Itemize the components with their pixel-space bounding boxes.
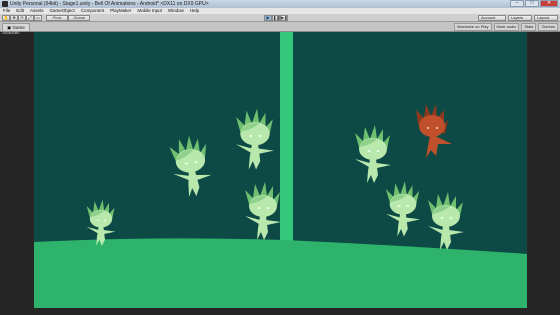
window-controls: – □ ✕: [510, 0, 558, 8]
close-button[interactable]: ✕: [540, 0, 558, 7]
stats-toggle[interactable]: Stats: [521, 23, 537, 31]
layout-dropdown[interactable]: Layout: [534, 15, 558, 21]
letterbox-left: [0, 32, 34, 315]
creature-sprite: [428, 192, 464, 250]
play-icon[interactable]: ▶: [264, 15, 272, 21]
game-viewport[interactable]: [34, 32, 527, 308]
pause-icon[interactable]: ❚❚: [272, 15, 280, 21]
rect-tool-icon[interactable]: ▭: [34, 15, 42, 21]
maximize-on-play-toggle[interactable]: Maximize on Play: [454, 23, 492, 31]
minimize-button[interactable]: –: [510, 0, 524, 7]
game-scene: [34, 32, 527, 308]
hand-tool-icon[interactable]: ✋: [2, 15, 10, 21]
mute-audio-toggle[interactable]: Mute audio: [493, 23, 520, 31]
unity-app-icon: [2, 1, 8, 7]
ground-hill: [34, 238, 527, 308]
gizmos-dropdown[interactable]: Gizmos: [538, 23, 558, 31]
pivot-toggle[interactable]: Pivot: [46, 15, 68, 21]
letterbox-right: [527, 32, 560, 315]
creature-sprite: [168, 133, 215, 199]
creature-sprite: [236, 108, 274, 170]
step-icon[interactable]: ▶❚: [280, 15, 288, 21]
layers-dropdown[interactable]: Layers: [508, 15, 532, 21]
pivot-toggles: Pivot Global: [46, 15, 90, 21]
maximize-button[interactable]: □: [525, 0, 539, 7]
playback-controls: ▶ ❚❚ ▶❚: [264, 15, 288, 21]
game-tab-label: Game: [12, 25, 25, 30]
creature-sprite: [355, 125, 391, 183]
global-toggle[interactable]: Global: [68, 15, 90, 21]
creature-sprite: [86, 199, 116, 246]
window-title: Unity Personal (64bit) - Stage1.unity - …: [10, 1, 209, 7]
main-toolbar: ✋ ✥ ⟳ ⤢ ▭ Pivot Global ▶ ❚❚ ▶❚ Account L…: [0, 14, 560, 22]
creature-sprite: [385, 181, 421, 237]
transform-tools: ✋ ✥ ⟳ ⤢ ▭: [2, 15, 42, 21]
window-titlebar: Unity Personal (64bit) - Stage1.unity - …: [0, 0, 560, 8]
account-dropdown[interactable]: Account: [478, 15, 506, 21]
game-view-options: Maximize on Play Mute audio Stats Gizmos: [454, 23, 558, 31]
game-view-header: ▣ Game Maximize on Play Mute audio Stats…: [0, 22, 560, 32]
scale-tool-icon[interactable]: ⤢: [26, 15, 34, 21]
rotate-tool-icon[interactable]: ⟳: [18, 15, 26, 21]
enemy-sprite: [416, 104, 452, 158]
tab-game[interactable]: ▣ Game: [2, 23, 30, 31]
green-pillar: [280, 32, 293, 244]
creature-sprite: [245, 182, 281, 240]
aspect-dropdown[interactable]: 1920x1080: [2, 31, 19, 35]
move-tool-icon[interactable]: ✥: [10, 15, 18, 21]
letterbox-bottom: [34, 308, 527, 315]
